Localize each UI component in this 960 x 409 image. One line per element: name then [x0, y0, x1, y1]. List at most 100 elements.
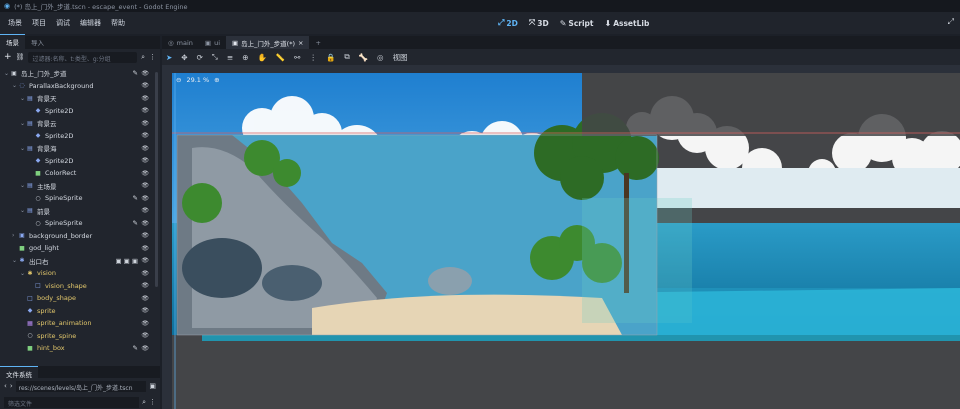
split-view-icon[interactable]: ▣ — [149, 382, 156, 390]
rotate-tool-icon[interactable]: ⟳ — [197, 53, 203, 62]
tree-item[interactable]: ○ SpineSprite ✎ 👁 — [0, 217, 160, 230]
scene-filter-input[interactable]: 过滤器:名称、t:类型、g:分组 — [28, 51, 138, 63]
mode-script[interactable]: ✎ Script — [560, 19, 594, 28]
tree-item[interactable]: □ vision_shape 👁 — [0, 280, 160, 293]
visibility-eye-icon[interactable]: 👁 — [141, 70, 149, 77]
visibility-eye-icon[interactable]: 👁 — [141, 82, 149, 89]
zoom-in-icon[interactable]: ⊕ — [214, 76, 219, 84]
menu-item[interactable]: 调试 — [56, 18, 70, 28]
visibility-eye-icon[interactable]: 👁 — [141, 257, 149, 264]
link-icon[interactable]: ⛓ — [16, 53, 25, 61]
menu-item[interactable]: 帮助 — [111, 18, 125, 28]
mode-2d[interactable]: ⤢ 2D — [498, 18, 518, 28]
more-icon[interactable]: ⋮ — [149, 53, 156, 61]
tree-item[interactable]: ○ SpineSprite ✎ 👁 — [0, 192, 160, 205]
script-icon[interactable]: ✎ — [133, 194, 138, 202]
tree-item[interactable]: ⌄ ◌ ParallaxBackground 👁 — [0, 80, 160, 93]
add-node-icon[interactable]: + — [4, 52, 12, 62]
visibility-eye-icon[interactable]: 👁 — [141, 145, 149, 152]
tree-item[interactable]: ■ god_light 👁 — [0, 242, 160, 255]
visibility-eye-icon[interactable]: 👁 — [141, 332, 149, 339]
zoom-out-icon[interactable]: ⊖ — [176, 76, 181, 84]
tree-item[interactable]: ⌄ ▤ 背景云 👁 — [0, 117, 160, 130]
tree-item[interactable]: ⌄ ▤ 主场景 👁 — [0, 180, 160, 193]
tab-scene[interactable]: 场景 — [0, 34, 25, 49]
skeleton-icon[interactable]: 🦴 — [359, 53, 368, 62]
snap-tool-icon[interactable]: ⚯ — [294, 53, 300, 62]
visibility-eye-icon[interactable]: 👁 — [141, 157, 149, 164]
tree-item[interactable]: □ body_shape 👁 — [0, 292, 160, 305]
tree-item[interactable]: ⌄ ✱ vision 👁 — [0, 267, 160, 280]
add-tab-icon[interactable]: + — [309, 36, 326, 49]
tree-item[interactable]: ⌄ ▤ 背景天 👁 — [0, 92, 160, 105]
filesystem-path-input[interactable]: res://scenes/levels/岛上_门外_步道.tscn — [15, 380, 147, 392]
script-icon[interactable]: ✎ — [133, 69, 138, 77]
group-icon[interactable]: ⧉ — [344, 52, 349, 62]
pan-tool-icon[interactable]: ✋ — [257, 53, 266, 62]
select-tool-icon[interactable]: ➤ — [166, 53, 172, 62]
tree-item[interactable]: ■ ColorRect 👁 — [0, 167, 160, 180]
visibility-eye-icon[interactable]: 👁 — [141, 232, 149, 239]
tree-item[interactable]: ⌄ ▣ 岛上_门外_步道 ✎ 👁 — [0, 67, 160, 80]
visibility-eye-icon[interactable]: 👁 — [141, 132, 149, 139]
tree-item[interactable]: ◆ sprite 👁 — [0, 305, 160, 318]
menu-item[interactable]: 场景 — [8, 18, 22, 28]
filesystem-filter-input[interactable]: 筛选文件 — [4, 396, 140, 408]
tree-item[interactable]: ⌄ ▤ 前景 👁 — [0, 205, 160, 218]
mode-3d[interactable]: ⤧ 3D — [529, 18, 549, 28]
visibility-eye-icon[interactable]: 👁 — [141, 220, 149, 227]
visibility-eye-icon[interactable]: 👁 — [141, 182, 149, 189]
forward-icon[interactable]: › — [10, 382, 13, 390]
menu-item[interactable]: 项目 — [32, 18, 46, 28]
visibility-eye-icon[interactable]: 👁 — [141, 107, 149, 114]
scene-tree-scrollbar[interactable] — [155, 72, 158, 287]
editor-tab[interactable]: ▣ 岛上_门外_步道(*) × — [226, 36, 310, 49]
visibility-eye-icon[interactable]: 👁 — [141, 282, 149, 289]
tree-item[interactable]: ◆ Sprite2D 👁 — [0, 130, 160, 143]
canvas-viewport[interactable]: ⊖ 29.1 % ⊕ — [172, 73, 960, 409]
scale-tool-icon[interactable]: ⤡ — [212, 52, 218, 62]
close-icon[interactable]: × — [298, 39, 303, 47]
more-icon[interactable]: ⋮ — [149, 398, 156, 406]
editor-tab[interactable]: ◎ main — [162, 36, 199, 49]
camera-icon[interactable]: ◎ — [377, 53, 384, 62]
visibility-eye-icon[interactable]: 👁 — [141, 345, 149, 352]
search-icon[interactable]: ⌕ — [141, 53, 145, 62]
visibility-eye-icon[interactable]: 👁 — [141, 270, 149, 277]
visibility-eye-icon[interactable]: 👁 — [141, 120, 149, 127]
tree-item[interactable]: ■ hint_box ✎ 👁 — [0, 342, 160, 355]
visibility-eye-icon[interactable]: 👁 — [141, 207, 149, 214]
tree-item[interactable]: ◆ Sprite2D 👁 — [0, 105, 160, 118]
tab-filesystem[interactable]: 文件系统 — [0, 366, 38, 379]
group-icons[interactable]: ▣ ▣ ▣ — [115, 257, 138, 265]
tree-item[interactable]: ◆ Sprite2D 👁 — [0, 155, 160, 168]
tree-item[interactable]: › ▣ background_border 👁 — [0, 230, 160, 243]
visibility-eye-icon[interactable]: 👁 — [141, 245, 149, 252]
move-tool-icon[interactable]: ✥ — [181, 53, 187, 62]
script-icon[interactable]: ✎ — [133, 219, 138, 227]
search-icon[interactable]: ⌕ — [142, 398, 146, 407]
back-icon[interactable]: ‹ — [4, 382, 7, 390]
script-icon[interactable]: ✎ — [133, 344, 138, 352]
ruler-tool-icon[interactable]: 📏 — [276, 53, 285, 62]
tree-item[interactable]: ▦ sprite_animation 👁 — [0, 317, 160, 330]
view-menu[interactable]: 视图 — [393, 52, 408, 63]
tree-item[interactable]: ○ sprite_spine 👁 — [0, 330, 160, 343]
visibility-eye-icon[interactable]: 👁 — [141, 195, 149, 202]
lock-icon[interactable]: 🔒 — [326, 53, 335, 62]
pivot-tool-icon[interactable]: ⊕ — [242, 53, 248, 62]
distraction-free-icon[interactable]: ⤢ — [948, 17, 954, 27]
list-tool-icon[interactable]: ≡ — [227, 53, 233, 62]
zoom-level[interactable]: 29.1 % — [186, 76, 209, 84]
visibility-eye-icon[interactable]: 👁 — [141, 95, 149, 102]
tree-item[interactable]: ⌄ ▤ 背景海 👁 — [0, 142, 160, 155]
visibility-eye-icon[interactable]: 👁 — [141, 295, 149, 302]
visibility-eye-icon[interactable]: 👁 — [141, 307, 149, 314]
grid-tool-icon[interactable]: ⋮ — [309, 53, 317, 62]
mode-assetlib[interactable]: ⬇ AssetLib — [605, 19, 650, 28]
editor-tab[interactable]: ▣ ui — [199, 36, 226, 49]
menu-item[interactable]: 编辑器 — [80, 18, 101, 28]
visibility-eye-icon[interactable]: 👁 — [141, 170, 149, 177]
tab-import[interactable]: 导入 — [25, 35, 50, 49]
tree-item[interactable]: ⌄ ✱ 出口右 ▣ ▣ ▣ 👁 — [0, 255, 160, 268]
